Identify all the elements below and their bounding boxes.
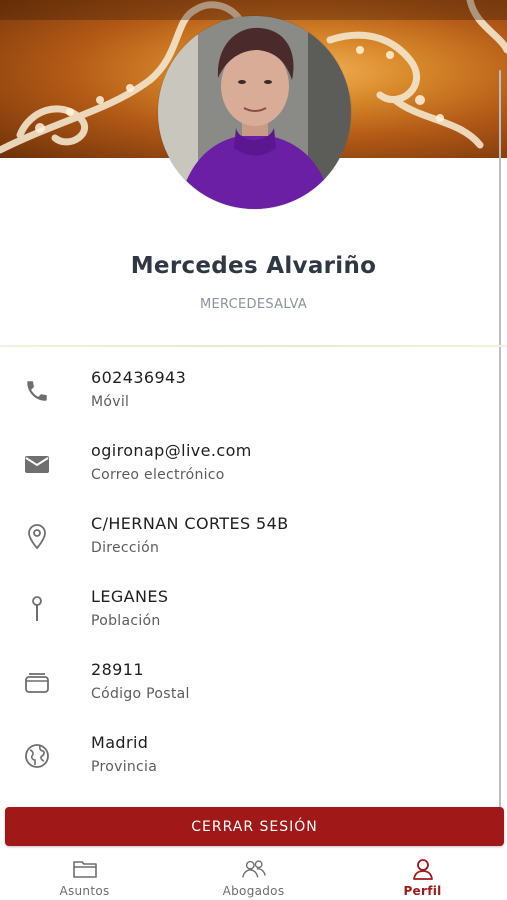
avatar[interactable] bbox=[158, 16, 351, 209]
province-value: Madrid bbox=[91, 733, 149, 752]
address-value: C/HERNAN CORTES 54B bbox=[91, 514, 289, 533]
email-label: Correo electrónico bbox=[91, 467, 225, 483]
profile-screen: Mercedes Alvariño MERCEDESALVA 602436943… bbox=[0, 0, 507, 900]
avatar-photo bbox=[158, 16, 351, 209]
info-item-postal-code[interactable]: 28911 Código Postal bbox=[0, 654, 507, 727]
globe-icon bbox=[22, 741, 52, 771]
divider bbox=[0, 345, 507, 347]
phone-icon bbox=[22, 376, 52, 406]
mail-icon bbox=[22, 449, 52, 479]
info-item-city[interactable]: LEGANES Población bbox=[0, 581, 507, 654]
info-item-email[interactable]: ogironap@live.com Correo electrónico bbox=[0, 435, 507, 508]
phone-value: 602436943 bbox=[91, 368, 187, 387]
profile-name: Mercedes Alvariño bbox=[130, 253, 377, 279]
nav-item-asuntos[interactable]: Asuntos bbox=[0, 850, 169, 900]
nav-label-abogados: Abogados bbox=[222, 884, 285, 898]
postal-code-value: 28911 bbox=[91, 660, 144, 679]
profile-username: MERCEDESALVA bbox=[199, 297, 308, 312]
postal-code-label: Código Postal bbox=[91, 686, 190, 702]
people-icon bbox=[241, 858, 267, 880]
info-item-province[interactable]: Madrid Provincia bbox=[0, 727, 507, 800]
nav-item-perfil[interactable]: Perfil bbox=[338, 850, 507, 900]
nav-item-abogados[interactable]: Abogados bbox=[169, 850, 338, 900]
person-icon bbox=[410, 858, 436, 880]
city-label: Población bbox=[91, 613, 161, 629]
postal-box-icon bbox=[22, 668, 52, 698]
nav-label-asuntos: Asuntos bbox=[59, 884, 110, 898]
map-pin-icon bbox=[22, 595, 52, 625]
bottom-navigation: Asuntos Abogados Perfil bbox=[0, 850, 507, 900]
logout-button[interactable]: CERRAR SESIÓN bbox=[5, 807, 504, 846]
address-label: Dirección bbox=[91, 540, 160, 556]
phone-label: Móvil bbox=[91, 394, 130, 410]
info-item-address[interactable]: C/HERNAN CORTES 54B Dirección bbox=[0, 508, 507, 581]
nav-label-perfil: Perfil bbox=[403, 884, 442, 898]
city-value: LEGANES bbox=[91, 587, 169, 606]
email-value: ogironap@live.com bbox=[91, 441, 252, 460]
info-item-phone[interactable]: 602436943 Móvil bbox=[0, 362, 507, 435]
province-label: Provincia bbox=[91, 759, 158, 775]
folder-icon bbox=[72, 858, 98, 880]
location-pin-icon bbox=[22, 522, 52, 552]
contact-info-list: 602436943 Móvil ogironap@live.com Correo… bbox=[0, 362, 507, 800]
